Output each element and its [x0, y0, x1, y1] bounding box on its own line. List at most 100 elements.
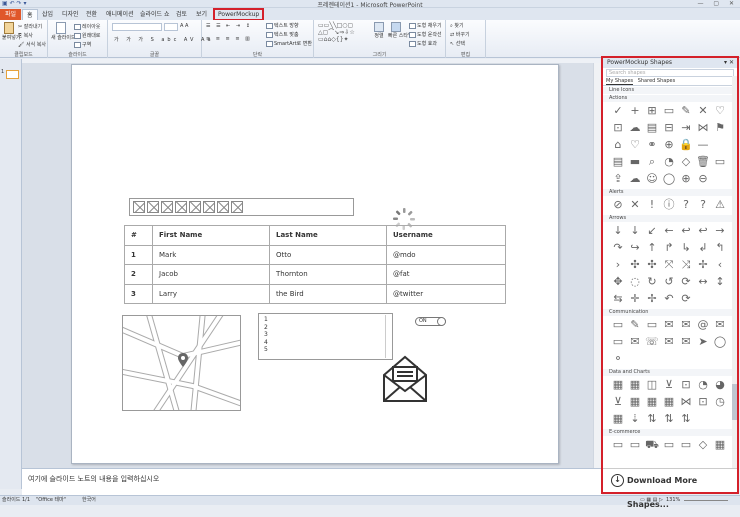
shape-icon[interactable]: ✣ [644, 257, 660, 273]
shape-icon[interactable]: ✕ [695, 103, 711, 119]
shape-icon[interactable]: ✉ [661, 334, 677, 350]
shape-icon[interactable]: 🗑 [695, 154, 711, 170]
shape-icon[interactable]: ↓ [610, 223, 626, 239]
shape-icon[interactable]: ↲ [695, 240, 711, 256]
shape-icon[interactable]: @ [695, 317, 711, 333]
shape-icon[interactable]: ↓ [627, 223, 643, 239]
shape-icon[interactable]: + [627, 103, 643, 119]
shape-icon[interactable]: ✉ [712, 317, 728, 333]
shape-icon[interactable]: ✉ [678, 334, 694, 350]
format-painter-button[interactable]: 🖌 서식 복사 [18, 41, 46, 48]
shape-icon[interactable]: ⤧ [661, 257, 677, 273]
shape-icon[interactable]: ✉ [627, 334, 643, 350]
shape-icon[interactable]: ⚬ [610, 351, 626, 367]
shape-outline-button[interactable]: 도형 윤곽선 [409, 31, 442, 38]
open-envelope-icon[interactable] [382, 355, 428, 403]
tab-insert[interactable]: 삽입 [42, 9, 53, 20]
shape-icon[interactable]: ✛ [627, 291, 643, 307]
paste-button[interactable]: 붙여넣기 [2, 22, 20, 44]
font-family-select[interactable] [112, 23, 162, 31]
shape-icon[interactable]: ⇪ [610, 171, 626, 187]
window-controls[interactable]: — ▢ ✕ [697, 0, 738, 7]
shape-icon[interactable]: ◫ [644, 377, 660, 393]
shape-icon[interactable]: ☏ [644, 334, 660, 350]
shape-icon[interactable]: ▦ [661, 394, 677, 410]
shape-icon[interactable]: ⌂ [610, 137, 626, 153]
cut-button[interactable]: ✂ 잘라내기 [18, 23, 42, 30]
category-header[interactable]: Actions [603, 95, 737, 102]
shape-icon[interactable]: ↕ [712, 274, 728, 290]
shape-icon[interactable]: ◕ [712, 377, 728, 393]
shape-icon[interactable]: ⇣ [627, 411, 643, 427]
panel-scrollbar[interactable] [732, 76, 737, 468]
shape-icon[interactable] [695, 411, 711, 427]
shape-icon[interactable]: ! [644, 197, 660, 213]
shape-icon[interactable]: ⊡ [695, 394, 711, 410]
find-button[interactable]: ⌕ 찾기 [450, 22, 464, 29]
shape-icon[interactable] [712, 411, 728, 427]
shape-icon[interactable]: ⇆ [610, 291, 626, 307]
shape-icon[interactable]: ▭ [661, 103, 677, 119]
shape-icon[interactable]: ▦ [712, 437, 728, 453]
shape-icon[interactable]: ♡ [712, 103, 728, 119]
shape-icon[interactable]: ↱ [661, 240, 677, 256]
shape-icon[interactable]: ↺ [661, 274, 677, 290]
shape-icon[interactable]: ⓘ [661, 197, 677, 213]
shape-icon[interactable]: ↑ [644, 240, 660, 256]
mockup-map[interactable] [122, 315, 241, 411]
shape-icon[interactable]: ▭ [610, 317, 626, 333]
shape-icon[interactable]: ◯ [712, 334, 728, 350]
shape-icon[interactable]: ⋈ [678, 394, 694, 410]
shape-icon[interactable]: ◯ [661, 171, 677, 187]
new-slide-button[interactable]: 새 슬라이드 [51, 22, 76, 41]
mockup-image-placeholder-row[interactable] [129, 198, 354, 216]
zoom-slider[interactable] [684, 500, 728, 501]
shape-icon[interactable]: ✓ [610, 103, 626, 119]
shape-icon[interactable]: ⚭ [644, 137, 660, 153]
shape-icon[interactable] [712, 291, 728, 307]
shape-icon[interactable]: ⚠ [712, 197, 728, 213]
notes-pane[interactable]: 여기에 슬라이드 노트의 내용을 입력하십시오 [22, 468, 602, 495]
quick-styles-button[interactable]: 빠른 스타일 [388, 22, 413, 39]
tab-design[interactable]: 디자인 [62, 9, 79, 20]
shapes-gallery[interactable]: ▭▭╲╲□○▢ △▢⌒↘⇒⇩☆ ▭⌂⌂◇{}✦ [318, 22, 370, 46]
shape-icon[interactable]: ✥ [610, 274, 626, 290]
shape-icon[interactable]: — [695, 137, 711, 153]
shape-icon[interactable]: ⊘ [610, 197, 626, 213]
shape-icon[interactable]: ‹ [712, 257, 728, 273]
shape-icon[interactable]: ▭ [661, 437, 677, 453]
shape-icon[interactable]: ✎ [627, 317, 643, 333]
shape-icon[interactable]: ⊞ [644, 103, 660, 119]
tab-file[interactable]: 파일 [0, 9, 22, 20]
mockup-toggle-switch[interactable]: ON [415, 317, 446, 326]
shape-effects-button[interactable]: 도형 효과 [409, 40, 437, 47]
category-header[interactable]: Arrows [603, 215, 737, 222]
shape-icon[interactable]: ⇅ [661, 411, 677, 427]
shape-icon[interactable]: ↩ [678, 223, 694, 239]
shape-icon[interactable]: ◔ [661, 154, 677, 170]
shape-icon[interactable]: ↰ [712, 240, 728, 256]
shape-icon[interactable]: ▭ [644, 317, 660, 333]
section-button[interactable]: 구역 [74, 41, 91, 48]
shape-icon[interactable]: 🔒 [678, 137, 694, 153]
shape-icon[interactable]: ✢ [695, 257, 711, 273]
panel-close-icon[interactable]: ▾ ✕ [724, 59, 734, 66]
shape-icon[interactable]: ? [678, 197, 694, 213]
shape-icon[interactable]: → [712, 223, 728, 239]
mockup-data-table[interactable]: # First Name Last Name Username 1 Mark O… [124, 225, 506, 304]
list-item[interactable]: 2 [264, 324, 387, 332]
shape-icon[interactable]: ? [695, 197, 711, 213]
shape-icon[interactable]: ☺ [644, 171, 660, 187]
shape-icon[interactable]: ↳ [678, 240, 694, 256]
list-buttons[interactable]: ☰ ☰ ⇤ ⇥ ↕ [206, 23, 252, 29]
tab-review[interactable]: 검토 [176, 9, 187, 20]
shape-icon[interactable]: ✉ [678, 317, 694, 333]
reset-button[interactable]: 원래대로 [74, 32, 100, 39]
copy-button[interactable]: ⎘ 복사 [18, 32, 33, 39]
shape-icon[interactable]: ⇅ [678, 411, 694, 427]
shape-icon[interactable]: ↪ [627, 240, 643, 256]
download-more-shapes-button[interactable]: ↓ Download More Shapes... [603, 468, 737, 509]
shape-icon[interactable]: ✣ [627, 257, 643, 273]
shape-icon[interactable]: ⛟ [644, 437, 660, 453]
align-buttons[interactable]: ≡ ≡ ≡ ≡ ▥ [206, 36, 252, 42]
